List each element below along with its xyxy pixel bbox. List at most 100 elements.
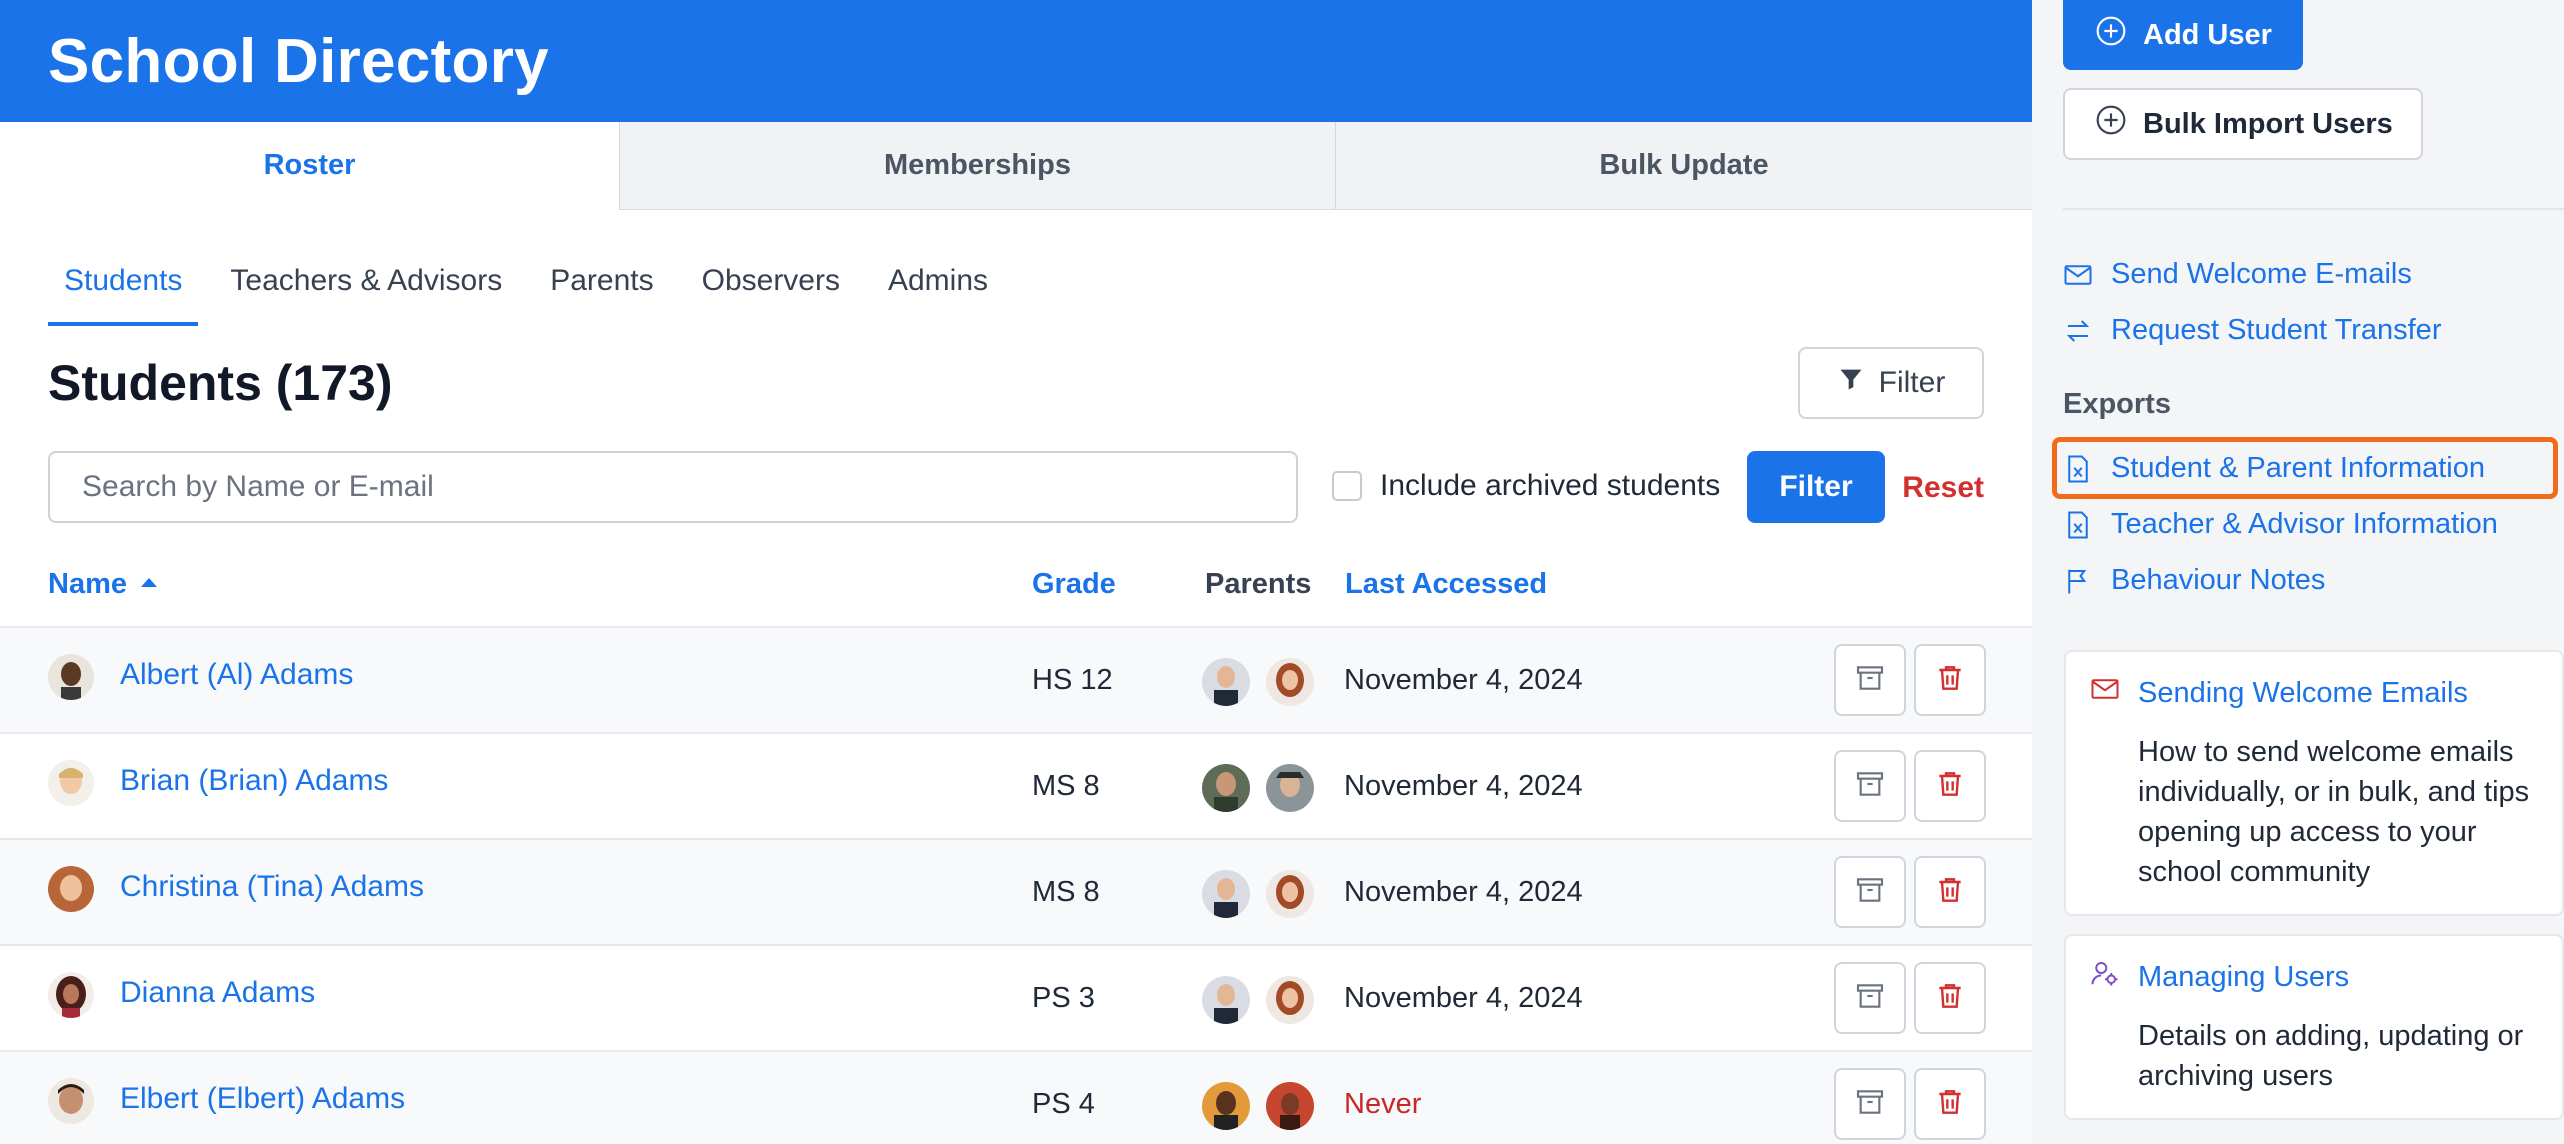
parent-avatar[interactable] — [1202, 976, 1250, 1024]
last-accessed-date: November 4, 2024 — [1344, 664, 1583, 696]
archive-icon — [1854, 980, 1886, 1017]
flag-icon — [2063, 566, 2093, 596]
parent-avatar[interactable] — [1266, 870, 1314, 918]
add-user-button[interactable]: Add User — [2063, 0, 2303, 70]
bulk-import-button[interactable]: Bulk Import Users — [2063, 88, 2423, 160]
student-name-link[interactable]: Christina (Tina) Adams — [120, 870, 424, 904]
excel-file-icon — [2063, 454, 2093, 484]
parent-avatar[interactable] — [1202, 658, 1250, 706]
help-card-managing-users[interactable]: Managing Users Details on adding, updati… — [2064, 934, 2564, 1120]
table-row: Elbert (Elbert) Adams PS 4 Never — [0, 1052, 2032, 1144]
delete-button[interactable] — [1914, 856, 1986, 928]
divider — [2063, 208, 2564, 210]
tab-memberships[interactable]: Memberships — [619, 122, 1335, 209]
subtab-observers[interactable]: Observers — [686, 246, 856, 326]
last-accessed-date: Never — [1344, 1088, 1422, 1120]
subtab-teachers-advisors[interactable]: Teachers & Advisors — [214, 246, 518, 326]
parent-avatar[interactable] — [1266, 658, 1314, 706]
column-grade-header[interactable]: Grade — [1032, 568, 1116, 601]
include-archived-label: Include archived students — [1380, 469, 1721, 502]
page-header: School Directory — [0, 0, 2032, 122]
filter-toggle-button[interactable]: Filter — [1798, 347, 1984, 419]
send-welcome-emails-link[interactable]: Send Welcome E-mails — [2063, 258, 2412, 291]
column-last-accessed-header[interactable]: Last Accessed — [1345, 568, 1547, 601]
table-row: Brian (Brian) Adams MS 8 November 4, 202… — [0, 734, 2032, 840]
help-card-title[interactable]: Sending Welcome Emails — [2090, 674, 2468, 712]
plus-circle-icon — [2095, 15, 2127, 55]
subtab-admins[interactable]: Admins — [872, 246, 1004, 326]
archive-button[interactable] — [1834, 962, 1906, 1034]
archive-button[interactable] — [1834, 750, 1906, 822]
delete-button[interactable] — [1914, 962, 1986, 1034]
column-name-label: Name — [48, 568, 127, 600]
archive-icon — [1854, 1086, 1886, 1123]
parent-avatar[interactable] — [1202, 870, 1250, 918]
request-student-transfer-link[interactable]: Request Student Transfer — [2063, 314, 2441, 347]
include-archived-toggle[interactable]: Include archived students — [1332, 469, 1720, 503]
search-input[interactable] — [48, 451, 1298, 523]
add-user-label: Add User — [2143, 18, 2272, 51]
request-student-transfer-label: Request Student Transfer — [2111, 314, 2442, 346]
archive-icon — [1854, 662, 1886, 699]
archive-icon — [1854, 874, 1886, 911]
archive-button[interactable] — [1834, 644, 1906, 716]
archive-icon — [1854, 768, 1886, 805]
bulk-import-label: Bulk Import Users — [2143, 107, 2393, 140]
delete-button[interactable] — [1914, 750, 1986, 822]
student-avatar — [48, 972, 94, 1018]
column-name-header[interactable]: Name — [48, 568, 157, 601]
subtab-parents[interactable]: Parents — [534, 246, 669, 326]
exports-heading: Exports — [2063, 388, 2171, 420]
sort-ascending-icon — [141, 577, 157, 587]
student-grade: PS 4 — [1032, 1088, 1095, 1120]
plus-circle-icon — [2095, 104, 2127, 144]
right-sidebar: Add User Bulk Import Users Send Welcome … — [2032, 0, 2564, 1144]
student-name-link[interactable]: Albert (Al) Adams — [120, 658, 353, 692]
parent-avatar[interactable] — [1266, 764, 1314, 812]
tab-bulk-update[interactable]: Bulk Update — [1335, 122, 2032, 209]
archive-button[interactable] — [1834, 856, 1906, 928]
trash-icon — [1934, 1086, 1966, 1123]
main-panel: School Directory Roster Memberships Bulk… — [0, 0, 2032, 1144]
students-table: Albert (Al) Adams HS 12 November 4, 2024… — [0, 628, 2032, 1144]
search-row: Include archived students Filter Reset — [48, 451, 1984, 523]
user-gear-icon — [2090, 958, 2120, 996]
help-card-description: Details on adding, updating or archiving… — [2138, 1020, 2524, 1092]
table-row: Christina (Tina) Adams MS 8 November 4, … — [0, 840, 2032, 946]
export-student-parent-link[interactable]: Student & Parent Information — [2063, 452, 2485, 485]
parent-avatar[interactable] — [1202, 764, 1250, 812]
excel-file-icon — [2063, 510, 2093, 540]
delete-button[interactable] — [1914, 1068, 1986, 1140]
tab-roster[interactable]: Roster — [0, 122, 619, 210]
student-name-link[interactable]: Brian (Brian) Adams — [120, 764, 388, 798]
delete-button[interactable] — [1914, 644, 1986, 716]
table-row: Dianna Adams PS 3 November 4, 2024 — [0, 946, 2032, 1052]
transfer-arrows-icon — [2063, 316, 2093, 346]
student-avatar — [48, 654, 94, 700]
reset-link[interactable]: Reset — [1902, 471, 1984, 505]
export-behaviour-notes-link[interactable]: Behaviour Notes — [2063, 564, 2325, 597]
include-archived-checkbox[interactable] — [1332, 471, 1362, 501]
send-welcome-emails-label: Send Welcome E-mails — [2111, 258, 2412, 290]
parent-avatar[interactable] — [1266, 976, 1314, 1024]
trash-icon — [1934, 662, 1966, 699]
help-card-title-label: Managing Users — [2138, 960, 2350, 993]
student-avatar — [48, 1078, 94, 1124]
export-teacher-advisor-link[interactable]: Teacher & Advisor Information — [2063, 508, 2498, 541]
parent-avatar[interactable] — [1266, 1082, 1314, 1130]
trash-icon — [1934, 874, 1966, 911]
student-grade: MS 8 — [1032, 770, 1100, 802]
filter-button[interactable]: Filter — [1747, 451, 1885, 523]
student-name-link[interactable]: Dianna Adams — [120, 976, 315, 1010]
student-name-link[interactable]: Elbert (Elbert) Adams — [120, 1082, 405, 1116]
export-behaviour-notes-label: Behaviour Notes — [2111, 564, 2326, 596]
help-card-welcome-emails[interactable]: Sending Welcome Emails How to send welco… — [2064, 650, 2564, 916]
parent-avatar[interactable] — [1202, 1082, 1250, 1130]
archive-button[interactable] — [1834, 1068, 1906, 1140]
subtab-students[interactable]: Students — [48, 246, 199, 326]
help-card-title[interactable]: Managing Users — [2090, 958, 2349, 996]
role-tabs: Students Teachers & Advisors Parents Obs… — [0, 246, 2032, 326]
help-card-description: How to send welcome emails individually,… — [2138, 736, 2530, 888]
student-grade: HS 12 — [1032, 664, 1113, 696]
last-accessed-date: November 4, 2024 — [1344, 876, 1583, 908]
